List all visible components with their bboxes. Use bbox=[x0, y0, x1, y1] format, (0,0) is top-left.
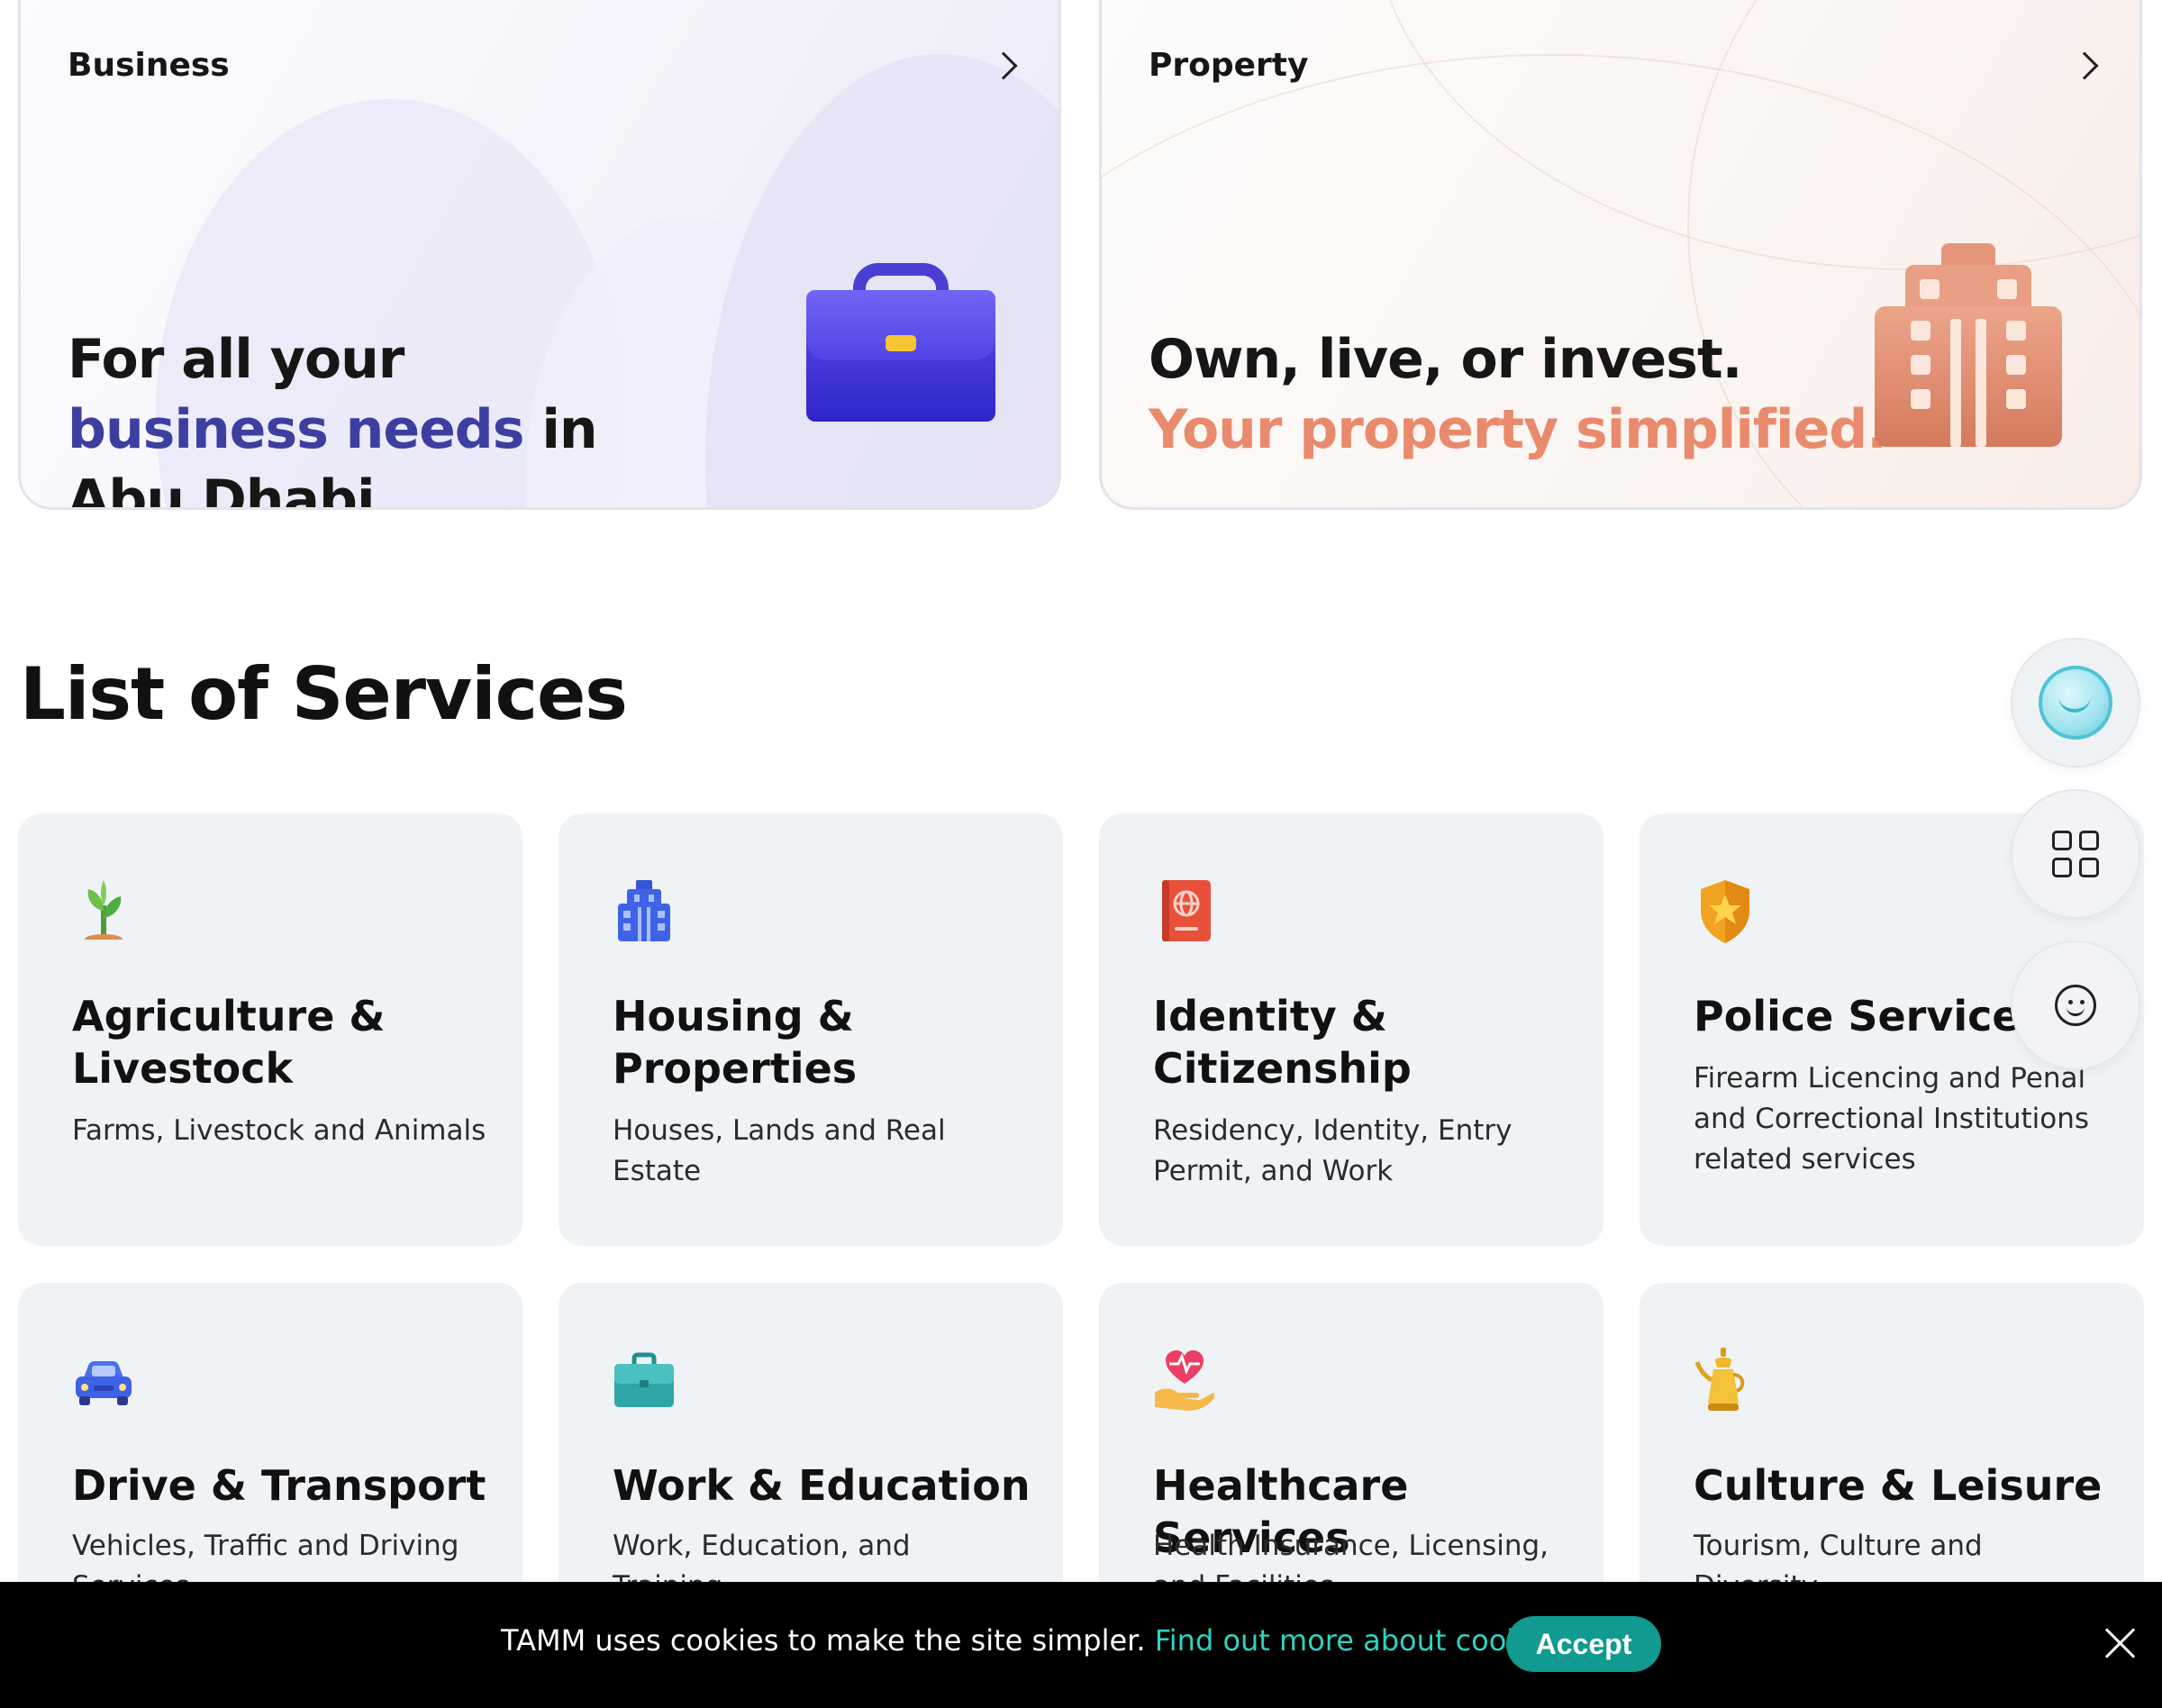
building-icon bbox=[1875, 243, 2062, 447]
briefcase-icon bbox=[806, 263, 995, 422]
passport-icon bbox=[1162, 880, 1211, 941]
feedback-button[interactable] bbox=[2011, 940, 2140, 1070]
business-card[interactable]: Business For all your business needs in … bbox=[18, 0, 1061, 510]
coffee-pot-icon bbox=[1694, 1348, 1745, 1411]
sprout-icon bbox=[85, 880, 123, 940]
service-description: Firearm Licencing and Penal and Correcti… bbox=[1694, 1062, 2090, 1176]
assistant-orb-icon bbox=[2039, 666, 2112, 740]
headline-segment: For all your bbox=[68, 328, 404, 391]
grid-icon bbox=[2052, 831, 2099, 877]
ai-assistant-button[interactable] bbox=[2011, 638, 2140, 768]
business-card-headline: For all your business needs in Abu Dhabi… bbox=[68, 324, 626, 507]
headline-segment: business needs bbox=[68, 398, 524, 461]
chevron-right-icon[interactable] bbox=[989, 47, 1026, 86]
service-title: Work & Education bbox=[613, 1461, 1031, 1510]
service-card-housing[interactable]: Housing & Properties Houses, Lands and R… bbox=[559, 813, 1063, 1246]
service-title: Agriculture & Livestock bbox=[72, 992, 386, 1093]
section-title: List of Services bbox=[20, 652, 628, 736]
service-title: Culture & Leisure bbox=[1694, 1461, 2103, 1510]
property-card-headline: Own, live, or invest. Your property simp… bbox=[1149, 328, 1887, 461]
service-title: Drive & Transport bbox=[72, 1461, 486, 1510]
property-card[interactable]: Property Own, live, or invest. Your prop… bbox=[1099, 0, 2142, 510]
cookie-banner: TAMM uses cookies to make the site simpl… bbox=[0, 1582, 2162, 1708]
police-badge-icon bbox=[1701, 880, 1749, 943]
close-icon[interactable] bbox=[2104, 1627, 2137, 1659]
cookie-message: TAMM uses cookies to make the site simpl… bbox=[501, 1623, 1574, 1658]
accept-cookies-button[interactable]: Accept bbox=[1506, 1616, 1661, 1672]
property-card-label: Property bbox=[1149, 47, 1309, 84]
chevron-right-icon[interactable] bbox=[2070, 47, 2107, 86]
service-description: Houses, Lands and Real Estate bbox=[613, 1114, 946, 1187]
service-card-agriculture[interactable]: Agriculture & Livestock Farms, Livestock… bbox=[18, 813, 522, 1246]
service-title: Housing & Properties bbox=[613, 992, 858, 1093]
heart-hand-icon bbox=[1155, 1350, 1214, 1411]
business-card-label: Business bbox=[68, 47, 230, 84]
service-title: Identity & Citizenship bbox=[1153, 992, 1412, 1093]
briefcase-icon bbox=[614, 1352, 674, 1407]
service-description: Residency, Identity, Entry Permit, and W… bbox=[1153, 1114, 1512, 1187]
apps-menu-button[interactable] bbox=[2011, 789, 2140, 919]
service-card-identity[interactable]: Identity & Citizenship Residency, Identi… bbox=[1099, 813, 1603, 1246]
service-description: Farms, Livestock and Animals bbox=[72, 1114, 486, 1147]
building-icon bbox=[618, 880, 670, 941]
car-icon bbox=[76, 1361, 132, 1405]
smiley-icon bbox=[2055, 985, 2096, 1026]
